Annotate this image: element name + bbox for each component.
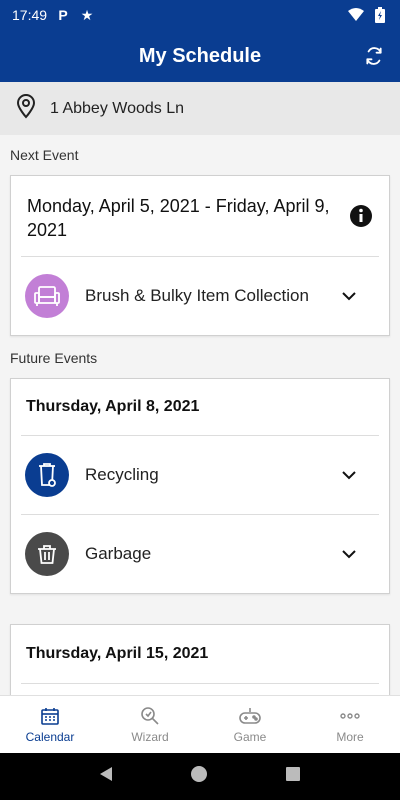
future-event-card: Thursday, April 8, 2021 Recycling Garbag… (10, 378, 390, 594)
back-icon[interactable] (99, 766, 113, 787)
nav-label: More (336, 730, 364, 744)
star-icon: ★ (80, 6, 94, 23)
system-nav-bar (0, 753, 400, 800)
nav-calendar[interactable]: Calendar (0, 696, 100, 753)
future-events-section-label: Future Events (10, 350, 98, 366)
event-row-garbage[interactable]: Garbage (11, 515, 389, 593)
nav-label: Game (233, 730, 267, 744)
gamepad-icon (239, 705, 261, 727)
nav-label: Calendar (25, 730, 75, 744)
location-pin-icon (14, 93, 38, 124)
battery-icon (372, 7, 388, 23)
future-event-date: Thursday, April 8, 2021 (26, 398, 200, 415)
info-icon[interactable] (349, 204, 373, 228)
chevron-down-icon[interactable] (337, 463, 361, 487)
wifi-icon (348, 7, 364, 23)
parking-badge-icon: P (58, 7, 68, 23)
sofa-icon (25, 274, 69, 318)
more-dots-icon (339, 705, 361, 727)
event-label: Brush & Bulky Item Collection (85, 286, 309, 305)
bottom-nav: Calendar Wizard Game More (0, 695, 400, 753)
nav-label: Wizard (131, 730, 169, 744)
wizard-icon (139, 705, 161, 727)
next-event-date: Monday, April 5, 2021 - Friday, April 9,… (27, 196, 330, 240)
address-text: 1 Abbey Woods Ln (50, 99, 185, 117)
next-event-card: Monday, April 5, 2021 - Friday, April 9,… (10, 175, 390, 336)
chevron-down-icon[interactable] (337, 284, 361, 308)
recycling-bin-icon (25, 453, 69, 497)
page-title: My Schedule (138, 44, 262, 67)
future-event-card: Thursday, April 15, 2021 (10, 624, 390, 695)
nav-more[interactable]: More (300, 696, 400, 753)
status-time: 17:49 (12, 7, 48, 23)
event-row-recycling[interactable]: Recycling (11, 436, 389, 514)
schedule-content[interactable]: Next Event Monday, April 5, 2021 - Frida… (0, 135, 400, 695)
event-row-bulky[interactable]: Brush & Bulky Item Collection (11, 257, 389, 335)
address-bar[interactable]: 1 Abbey Woods Ln (0, 82, 400, 135)
refresh-icon (366, 47, 382, 65)
nav-game[interactable]: Game (200, 696, 300, 753)
event-label: Recycling (85, 465, 159, 484)
app-bar: My Schedule (0, 30, 400, 82)
recents-icon[interactable] (285, 766, 301, 787)
event-row-partial[interactable] (11, 684, 389, 695)
refresh-button[interactable] (360, 42, 388, 70)
garbage-bin-icon (25, 532, 69, 576)
chevron-down-icon[interactable] (337, 542, 361, 566)
home-icon[interactable] (190, 765, 208, 788)
status-bar: 17:49 P ★ (0, 0, 400, 30)
event-label: Garbage (85, 544, 152, 563)
future-event-date: Thursday, April 15, 2021 (26, 645, 209, 662)
nav-wizard[interactable]: Wizard (100, 696, 200, 753)
calendar-icon (39, 705, 61, 727)
next-event-section-label: Next Event (10, 147, 79, 163)
